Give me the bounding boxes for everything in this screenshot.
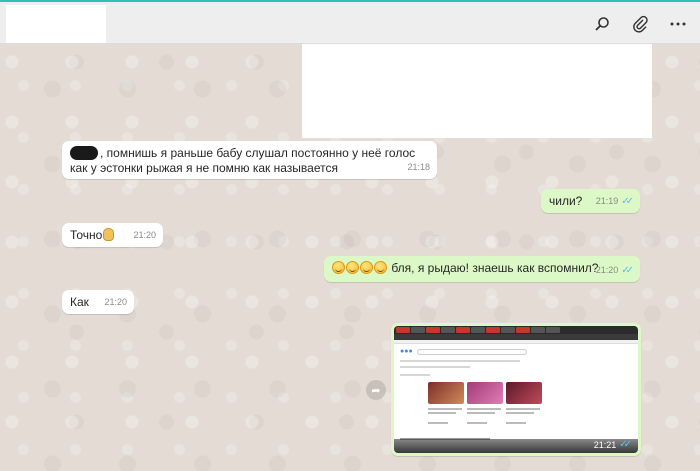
message-text: бля, я рыдаю! знаешь как вспомнил? [391,261,599,275]
message-time: 21:20 ✓✓ [596,263,634,278]
header-actions [588,10,692,38]
message-text: , помнишь я раньше бабу слушал постоянно… [70,146,416,175]
message-time: 21:20 [104,297,127,307]
laughing-emoji-icon [332,261,345,274]
read-ticks-icon: ✓✓ [621,196,634,207]
laughing-emoji-icon [360,261,373,274]
message-text: Как [70,295,89,309]
read-ticks-icon: ✓✓ [619,439,632,450]
thumb-google-logo: ●●● [400,348,413,355]
redacted-image-area [302,44,652,138]
message-outgoing[interactable]: чили? 21:19 ✓✓ [541,189,640,213]
message-time: 21:20 [133,230,156,240]
search-icon[interactable] [588,10,616,38]
message-incoming[interactable]: Точно 21:20 [62,223,163,247]
message-time: 21:18 [407,162,430,172]
menu-icon[interactable] [664,10,692,38]
message-incoming[interactable]: , помнишь я раньше бабу слушал постоянно… [62,141,437,179]
chat-header [0,0,700,44]
redacted-name [70,146,98,160]
message-incoming[interactable]: Как 21:20 [62,290,134,314]
laughing-emoji-icon [374,261,387,274]
message-time: 21:21 ✓✓ [594,439,632,450]
thumb-browser-tabs [394,326,638,334]
screenshot-thumbnail[interactable]: ●●● [394,326,638,453]
read-ticks-icon: ✓✓ [621,265,634,276]
message-time: 21:19 ✓✓ [596,194,634,209]
message-text: Точно [70,228,103,242]
contact-info-redacted[interactable] [6,5,106,43]
message-outgoing[interactable]: бля, я рыдаю! знаешь как вспомнил? 21:20… [324,256,640,282]
message-text: чили? [549,194,583,208]
laughing-emoji-icon [346,261,359,274]
forward-icon[interactable]: ➦ [366,380,386,400]
ok-hand-emoji-icon [103,228,115,241]
message-outgoing-image[interactable]: ●●● 21:21 ✓✓ [391,323,641,456]
attach-icon[interactable] [626,10,654,38]
